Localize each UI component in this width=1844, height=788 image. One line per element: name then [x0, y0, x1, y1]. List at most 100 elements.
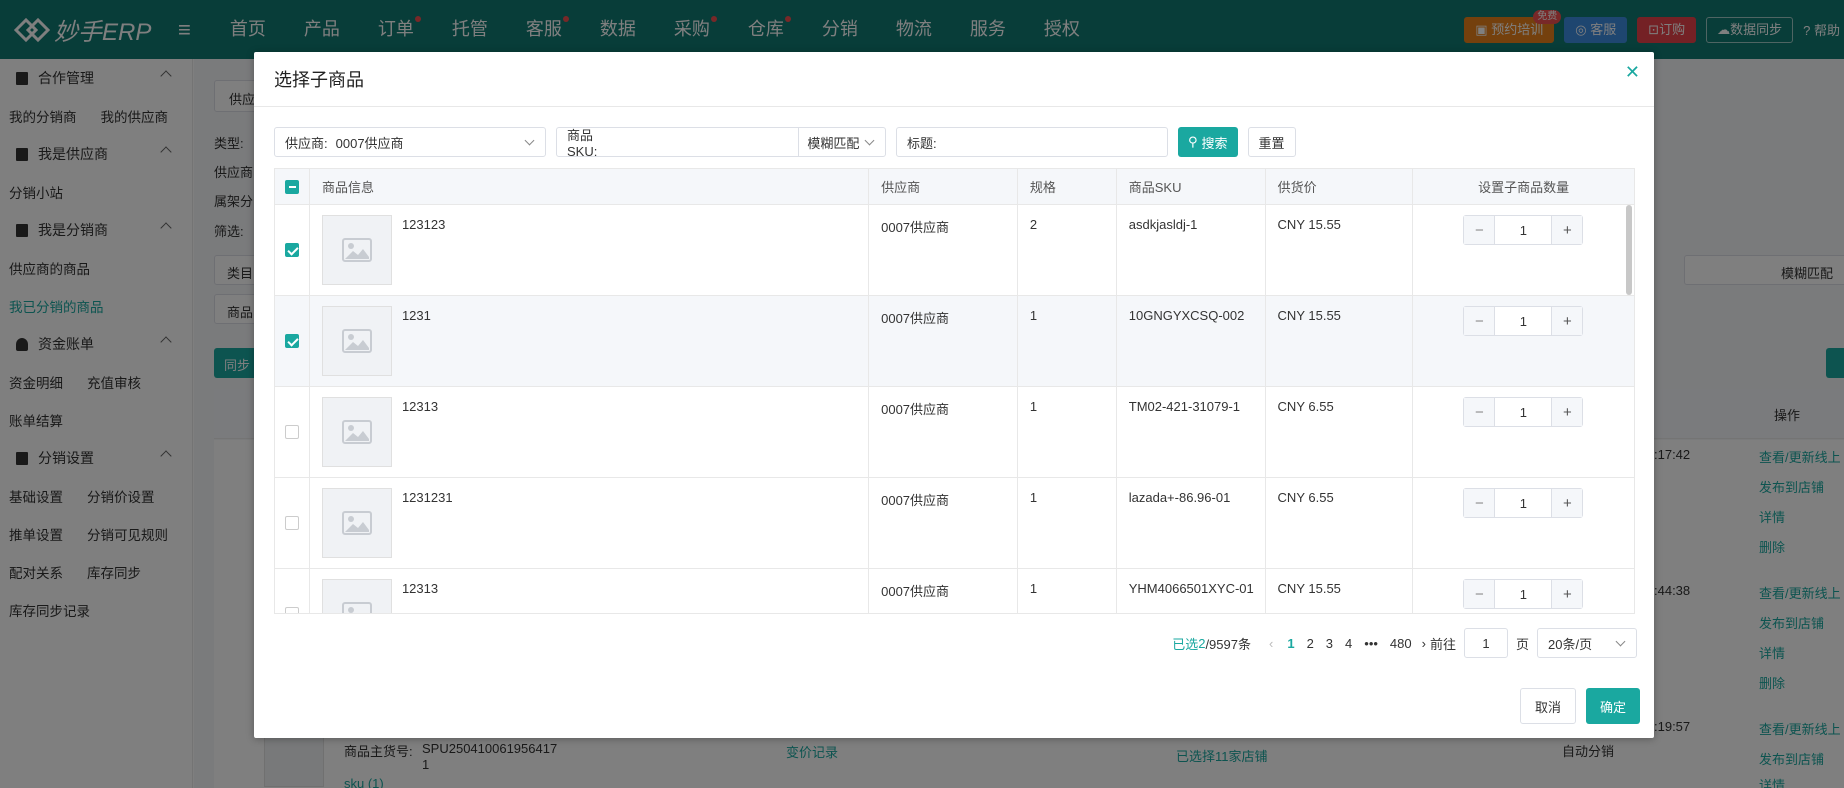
price-cell: CNY 15.55 [1266, 296, 1414, 386]
table-scrollbar[interactable] [1626, 205, 1632, 295]
page-2[interactable]: 2 [1307, 636, 1314, 651]
chevron-down-icon [524, 135, 535, 146]
quantity-value[interactable]: 1 [1494, 398, 1553, 426]
title-input[interactable] [940, 134, 1167, 150]
page-last[interactable]: 480 [1390, 636, 1412, 651]
product-info-cell: 1231231 [310, 478, 870, 568]
quantity-cell: −1 + [1413, 478, 1634, 568]
search-icon: ⚲ [1188, 134, 1198, 149]
supplier-cell: 0007供应商 [869, 296, 1018, 386]
col-quantity: 设置子商品数量 [1478, 180, 1570, 195]
select-sub-product-dialog: 选择子商品 ✕ 供应商: 0007供应商 商品SKU: 模糊匹配 标题: ⚲ 搜索… [254, 52, 1654, 738]
minus-icon[interactable]: − [1464, 307, 1495, 335]
product-info-cell: 1231 [310, 296, 870, 386]
page-size-select[interactable]: 20条/页 [1537, 628, 1637, 658]
table-row[interactable]: 123123 0007供应商 2 asdkjasldj-1 CNY 15.55 −1 + [275, 205, 1634, 296]
row-checkbox[interactable] [284, 334, 299, 348]
plus-icon[interactable]: + [1552, 580, 1583, 608]
table-row[interactable]: 1231 0007供应商 1 10GNGYXCSQ-002 CNY 15.55−1 + [275, 296, 1634, 387]
search-button[interactable]: ⚲ 搜索 [1178, 127, 1238, 157]
product-table: 商品信息 供应商 规格 商品SKU 供货价 设置子商品数量 123123 0007… [274, 168, 1635, 614]
col-product-info: 商品信息 [310, 169, 870, 204]
plus-icon[interactable]: + [1552, 307, 1583, 335]
quantity-value[interactable]: 1 [1494, 216, 1553, 244]
match-mode-select[interactable]: 模糊匹配 [798, 128, 885, 156]
row-checkbox[interactable] [284, 243, 299, 257]
title-field[interactable]: 标题: [896, 127, 1168, 157]
quantity-cell: −1 + [1413, 569, 1634, 613]
table-header: 商品信息 供应商 规格 商品SKU 供货价 设置子商品数量 [275, 169, 1634, 205]
dialog-title: 选择子商品 [254, 52, 1654, 107]
supplier-select[interactable]: 供应商: 0007供应商 [274, 127, 546, 157]
table-row[interactable]: 12313 0007供应商 1 YHM4066501XYC-01 CNY 15.55−1… [275, 569, 1634, 613]
product-name: 12313 [401, 399, 439, 414]
product-name: 1231 [401, 308, 431, 323]
product-name: 123123 [401, 217, 446, 232]
sku-input[interactable] [622, 134, 799, 150]
quantity-stepper[interactable]: −1 + [1463, 488, 1584, 518]
reset-button[interactable]: 重置 [1247, 127, 1296, 157]
page-4[interactable]: 4 [1345, 636, 1352, 651]
quantity-value[interactable]: 1 [1494, 307, 1553, 335]
total-count: /9597条 [1205, 636, 1251, 652]
supplier-cell: 0007供应商 [869, 569, 1018, 613]
spec-cell: 1 [1018, 569, 1117, 613]
more-pages-icon[interactable]: ••• [1364, 636, 1378, 651]
select-all-checkbox[interactable] [284, 179, 299, 194]
product-name: 1231231 [401, 490, 453, 505]
plus-icon[interactable]: + [1552, 398, 1583, 426]
prev-page-icon[interactable]: ‹ [1269, 636, 1273, 651]
product-info-cell: 12313 [310, 569, 870, 613]
selected-count-label: 已选 [1172, 636, 1199, 652]
page-1[interactable]: 1 [1287, 636, 1294, 651]
row-select-cell [275, 205, 310, 295]
supplier-select-value: 0007供应商 [335, 135, 404, 151]
row-checkbox[interactable] [284, 516, 299, 530]
minus-icon[interactable]: − [1464, 580, 1495, 608]
confirm-button[interactable]: 确定 [1585, 688, 1640, 724]
dialog-footer: 取消 确定 [1519, 688, 1640, 724]
pagination: 已选 2 /9597条 ‹ 1 2 3 4 ••• 480 › 前往 1 页 2… [1172, 628, 1637, 658]
quantity-stepper[interactable]: −1 + [1463, 306, 1584, 336]
quantity-cell: −1 + [1413, 387, 1634, 477]
quantity-value[interactable]: 1 [1494, 580, 1553, 608]
product-info-cell: 123123 [310, 205, 870, 295]
goto-page-input[interactable]: 1 [1463, 628, 1508, 658]
chevron-down-icon [864, 135, 875, 146]
image-placeholder-icon [321, 488, 392, 558]
quantity-cell: −1 + [1413, 296, 1634, 386]
spec-cell: 1 [1018, 387, 1117, 477]
minus-icon[interactable]: − [1464, 216, 1495, 244]
table-row[interactable]: 1231231 0007供应商 1 lazada+-86.96-01 CNY 6.55−… [275, 478, 1634, 569]
supplier-cell: 0007供应商 [869, 205, 1018, 295]
col-price: 供货价 [1266, 169, 1414, 204]
plus-icon[interactable]: + [1552, 489, 1583, 517]
row-checkbox[interactable] [284, 425, 299, 439]
quantity-stepper[interactable]: −1 + [1463, 397, 1584, 427]
sku-cell: YHM4066501XYC-01 [1117, 569, 1266, 613]
quantity-stepper[interactable]: −1 + [1463, 579, 1584, 609]
quantity-stepper[interactable]: −1 + [1463, 215, 1584, 245]
cancel-button[interactable]: 取消 [1519, 688, 1576, 724]
image-placeholder-icon [321, 579, 392, 613]
product-name: 12313 [401, 581, 439, 596]
table-row[interactable]: 12313 0007供应商 1 TM02-421-31079-1 CNY 6.55−1 + [275, 387, 1634, 478]
spec-cell: 2 [1018, 205, 1117, 295]
page-3[interactable]: 3 [1326, 636, 1333, 651]
quantity-cell: −1 + [1413, 205, 1634, 295]
filter-bar: 供应商: 0007供应商 商品SKU: 模糊匹配 标题: ⚲ 搜索 重置 [274, 127, 1296, 159]
sku-cell: TM02-421-31079-1 [1117, 387, 1266, 477]
minus-icon[interactable]: − [1464, 489, 1495, 517]
minus-icon[interactable]: − [1464, 398, 1495, 426]
row-checkbox[interactable] [284, 607, 299, 613]
table-body: 123123 0007供应商 2 asdkjasldj-1 CNY 15.55−1 +12… [275, 205, 1634, 613]
row-select-cell [275, 478, 310, 568]
quantity-value[interactable]: 1 [1494, 489, 1553, 517]
plus-icon[interactable]: + [1552, 216, 1583, 244]
sku-field[interactable]: 商品SKU: 模糊匹配 [556, 127, 886, 159]
price-cell: CNY 6.55 [1266, 387, 1414, 477]
row-select-cell [275, 387, 310, 477]
next-page-icon[interactable]: › [1422, 636, 1426, 651]
close-icon[interactable]: ✕ [1625, 62, 1640, 83]
row-select-cell [275, 296, 310, 386]
